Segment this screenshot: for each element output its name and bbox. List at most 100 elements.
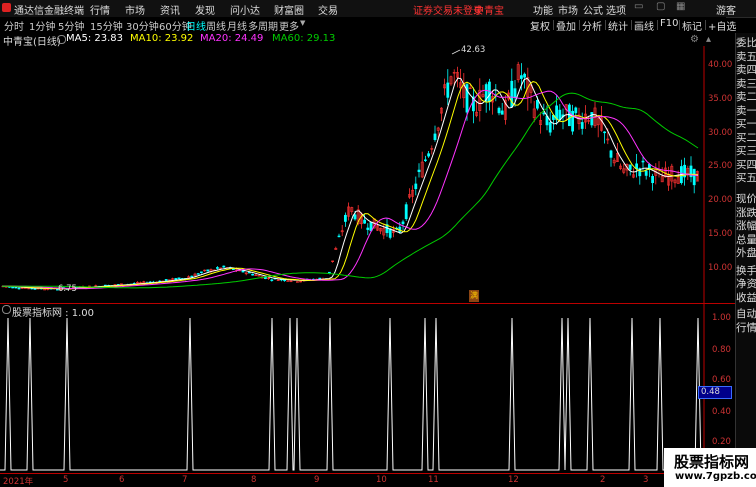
menu-gongshi[interactable]: 公式 — [583, 2, 603, 17]
candle-body — [609, 150, 613, 158]
tf-monthly[interactable]: 月线 — [227, 18, 247, 33]
candle-body — [417, 169, 421, 173]
mark-button[interactable]: 标记 — [682, 18, 702, 33]
x-label: 10 — [376, 475, 387, 485]
tf-30min[interactable]: 30分钟 — [126, 18, 159, 33]
panel-sell5: 卖五 — [736, 51, 756, 63]
panel-buy4: 买四 — [736, 159, 756, 171]
menu-shichang-right[interactable]: 市场 — [558, 2, 578, 17]
candle-body — [337, 235, 341, 238]
candle-body — [580, 122, 584, 129]
app-title: 通达信金融终端 — [14, 6, 84, 17]
ma60-label: MA60: 29.13 — [272, 33, 336, 44]
menu-caifuquan[interactable]: 财富圈 — [274, 2, 304, 17]
ma10-label: MA10: 23.92 — [130, 33, 194, 44]
candle-body — [177, 277, 181, 280]
candle-body — [542, 112, 546, 115]
panel-price: 现价 — [736, 193, 756, 205]
draw-line-button[interactable]: 画线 — [634, 18, 654, 33]
panel-weibi: 委比 — [736, 37, 756, 49]
tf-weekly[interactable]: 周线 — [206, 18, 226, 33]
user-label[interactable]: 游客 — [716, 2, 736, 17]
candle-body — [548, 122, 552, 133]
expand-icon[interactable]: ▴ — [706, 34, 711, 45]
fuquan-button[interactable]: 复权 — [530, 18, 550, 33]
candle-body — [404, 204, 408, 220]
tf-fenshi[interactable]: 分时 — [4, 18, 24, 33]
panel-sell2: 卖二 — [736, 91, 756, 103]
indicator-chart[interactable] — [0, 308, 735, 473]
indicator-axis-label: 1.00 — [712, 313, 731, 323]
ma10-line — [2, 81, 699, 290]
menu-hangqing[interactable]: 行情 — [90, 2, 110, 17]
analysis-button[interactable]: 分析 — [582, 18, 602, 33]
candle-body — [270, 279, 274, 281]
indicator-current-value: 0.48 — [698, 386, 732, 399]
candle-body — [497, 107, 501, 114]
panel-sell4: 卖四 — [736, 64, 756, 76]
tf-1min[interactable]: 1分钟 — [29, 18, 55, 33]
candle-body — [574, 107, 578, 114]
candle-body — [427, 153, 431, 157]
panel-buy1: 买一 — [736, 118, 756, 130]
candle-body — [446, 82, 450, 98]
indicator-line — [0, 317, 702, 471]
price-chart[interactable] — [0, 46, 735, 309]
watermark: 股票指标网 www.7gpzb.com — [664, 448, 756, 487]
candle-body — [17, 287, 21, 290]
menu-zixun[interactable]: 资讯 — [160, 2, 180, 17]
settings-circle-icon[interactable] — [57, 35, 66, 44]
candle-body — [644, 170, 648, 176]
candle-body — [343, 214, 347, 222]
restore-icon[interactable]: ▢ — [656, 1, 665, 12]
candle-body — [196, 273, 200, 275]
price-axis-label: 25.00 — [708, 161, 733, 171]
f10-button[interactable]: F10 — [660, 18, 678, 29]
event-marker[interactable]: 满 — [469, 290, 479, 302]
tf-daily[interactable]: 日线 — [186, 18, 206, 33]
candle-body — [363, 219, 367, 224]
add-watchlist-button[interactable]: +自选 — [708, 18, 736, 33]
panel-quote[interactable]: 行情 — [736, 322, 756, 335]
menu-faxian[interactable]: 发现 — [195, 2, 215, 17]
x-label: 6 — [119, 475, 125, 485]
app-logo-icon — [2, 3, 11, 12]
menu-jiaoyi[interactable]: 交易 — [318, 2, 338, 17]
panel-change-pct: 涨幅 — [736, 220, 756, 232]
high-pointer — [451, 49, 461, 55]
menu-gongneng[interactable]: 功能 — [533, 2, 553, 17]
price-axis-label: 10.00 — [708, 263, 733, 273]
quote-panel: 委比 卖五 卖四 卖三 卖二 卖一 买一 买二 买三 买四 买五 现价 涨跌 涨… — [735, 33, 756, 487]
settings-icon[interactable]: ⚙ — [690, 34, 699, 45]
statistics-button[interactable]: 统计 — [608, 18, 628, 33]
price-axis-label: 15.00 — [708, 229, 733, 239]
candle-body — [641, 160, 645, 163]
grid-icon[interactable]: ▦ — [676, 1, 685, 12]
candle-body — [523, 73, 527, 78]
panel-auto[interactable]: 自动 — [736, 308, 756, 321]
tf-15min[interactable]: 15分钟 — [90, 18, 123, 33]
ma-legend: 中青宝(日线) MA5: 23.83 MA10: 23.92 MA20: 24.… — [0, 33, 600, 48]
candle-body — [33, 288, 37, 290]
candle-body — [353, 214, 357, 220]
overlay-button[interactable]: 叠加 — [556, 18, 576, 33]
candle-body — [216, 267, 219, 269]
candle-body — [433, 133, 437, 141]
candle-body — [513, 88, 517, 99]
indicator-axis-label: 0.60 — [712, 375, 731, 385]
candle-body — [43, 288, 47, 291]
tf-multi[interactable]: 多周期 — [248, 18, 278, 33]
candle-body — [206, 269, 210, 272]
candle-body — [190, 275, 194, 278]
tf-more[interactable]: 更多 — [279, 18, 299, 33]
tf-5min[interactable]: 5分钟 — [58, 18, 84, 33]
candle-body — [401, 221, 405, 225]
menu-shichang[interactable]: 市场 — [125, 2, 145, 17]
menu-wenxiaoda[interactable]: 问小达 — [230, 2, 260, 17]
minimize-icon[interactable]: ▭ — [634, 1, 643, 12]
menu-xuanxiang[interactable]: 选项 — [606, 2, 626, 17]
x-label: 2 — [600, 475, 606, 485]
chevron-down-icon[interactable]: ▼ — [300, 19, 305, 27]
login-status[interactable]: 证券交易未登录 — [413, 2, 483, 17]
ma20-label: MA20: 24.49 — [200, 33, 264, 44]
